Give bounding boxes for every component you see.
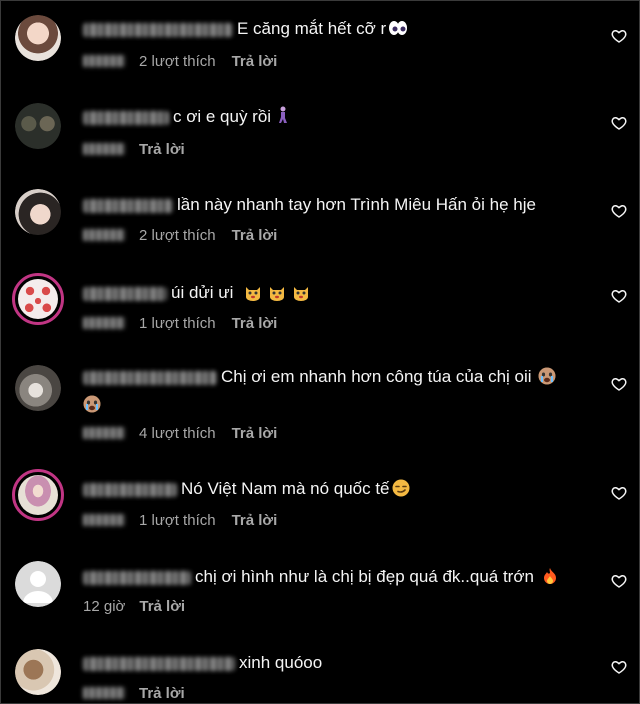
avatar-with-story-ring[interactable]: [12, 273, 64, 325]
timestamp-blurred: [83, 143, 125, 155]
username-blurred[interactable]: [83, 570, 191, 585]
heart-outline-icon[interactable]: [611, 288, 627, 304]
eyes-emoji-icon: [388, 19, 408, 42]
username-blurred[interactable]: [83, 482, 177, 497]
username-blurred[interactable]: [83, 110, 169, 125]
comment-item: xinh quóoo Trả lời: [1, 639, 639, 703]
username-blurred[interactable]: [83, 286, 167, 301]
heart-outline-icon[interactable]: [611, 376, 627, 392]
heart-outline-icon[interactable]: [611, 203, 627, 219]
reply-button[interactable]: Trả lời: [232, 425, 278, 442]
heart-outline-icon[interactable]: [611, 573, 627, 589]
reply-button[interactable]: Trả lời: [139, 141, 185, 158]
comment-meta: Trả lời: [83, 684, 185, 703]
comment-text: Chị ơi em nhanh hơn công túa của chị oii: [221, 367, 532, 386]
timestamp-blurred: [83, 687, 125, 699]
reply-button[interactable]: Trả lời: [139, 598, 185, 615]
comment-item: c ơi e quỳ rồi Trả lời: [1, 89, 639, 177]
comment-item: lần này nhanh tay hơn Trình Miêu Hấn ỏi …: [1, 177, 639, 265]
timestamp: 12 giờ: [83, 598, 126, 615]
comments-panel: E căng mắt hết cỡ r 2 lượt thích Trả lời …: [0, 0, 640, 704]
comment-item: Nó Việt Nam mà nó quốc tế 1 lượt thích Tr…: [1, 463, 639, 551]
comment-meta: 1 lượt thích Trả lời: [83, 511, 277, 531]
comment-meta: 2 lượt thích Trả lời: [83, 226, 277, 246]
like-count[interactable]: 1 lượt thích: [139, 315, 216, 332]
comment-meta: 1 lượt thích Trả lời: [83, 314, 277, 334]
comment-text: Nó Việt Nam mà nó quốc tế: [181, 479, 390, 498]
heart-outline-icon[interactable]: [611, 28, 627, 44]
avatar[interactable]: [15, 189, 61, 235]
comment-text: chị ơi hình như là chị bị đẹp quá đk..qu…: [195, 567, 534, 586]
heart-outline-icon[interactable]: [611, 115, 627, 131]
crying-face-emoji-icon: [83, 395, 101, 419]
weary-cat-emoji-icon: [244, 283, 310, 307]
timestamp-blurred: [83, 55, 125, 67]
comment-text: c ơi e quỳ rồi: [173, 107, 272, 126]
reply-button[interactable]: Trả lời: [232, 227, 278, 244]
username-blurred[interactable]: [83, 656, 235, 671]
username-blurred[interactable]: [83, 22, 233, 37]
avatar-with-story-ring[interactable]: [12, 469, 64, 521]
timestamp-blurred: [83, 317, 125, 329]
like-count[interactable]: 2 lượt thích: [139, 53, 216, 70]
person-kneeling-emoji-icon: [277, 106, 289, 130]
heart-outline-icon[interactable]: [611, 659, 627, 675]
reply-button[interactable]: Trả lời: [232, 512, 278, 529]
heart-outline-icon[interactable]: [611, 485, 627, 501]
avatar[interactable]: [15, 15, 61, 61]
comment-item: úi dửi ưi 1 lượt thích Trả lời: [1, 265, 639, 353]
like-count[interactable]: 2 lượt thích: [139, 227, 216, 244]
comment-text: úi dửi ưi: [171, 283, 234, 302]
username-blurred[interactable]: [83, 370, 217, 385]
timestamp-blurred: [83, 514, 125, 526]
avatar[interactable]: [15, 365, 61, 411]
comment-meta: Trả lời: [83, 140, 185, 160]
comment-item: E căng mắt hết cỡ r 2 lượt thích Trả lời: [1, 1, 639, 89]
comment-text: lần này nhanh tay hơn Trình Miêu Hấn ỏi …: [177, 195, 536, 214]
like-count[interactable]: 4 lượt thích: [139, 425, 216, 442]
comment-item: chị ơi hình như là chị bị đẹp quá đk..qu…: [1, 551, 639, 639]
comment-item: Chị ơi em nhanh hơn công túa của chị oii…: [1, 353, 639, 463]
comment-text: E căng mắt hết cỡ r: [237, 19, 387, 38]
reply-button[interactable]: Trả lời: [232, 315, 278, 332]
fire-emoji-icon: [542, 567, 558, 591]
like-count[interactable]: 1 lượt thích: [139, 512, 216, 529]
comment-meta: 4 lượt thích Trả lời: [83, 424, 277, 444]
crying-face-emoji-icon: [538, 367, 556, 391]
avatar-default[interactable]: [15, 561, 61, 607]
default-user-icon: [23, 571, 53, 603]
smirking-face-emoji-icon: [392, 479, 410, 503]
avatar[interactable]: [15, 649, 61, 695]
avatar[interactable]: [15, 103, 61, 149]
timestamp-blurred: [83, 229, 125, 241]
comment-meta: 12 giờ Trả lời: [83, 597, 185, 617]
reply-button[interactable]: Trả lời: [232, 53, 278, 70]
username-blurred[interactable]: [83, 198, 173, 213]
reply-button[interactable]: Trả lời: [139, 685, 185, 702]
timestamp-blurred: [83, 427, 125, 439]
comment-meta: 2 lượt thích Trả lời: [83, 52, 277, 72]
comment-text: xinh quóoo: [239, 653, 323, 672]
